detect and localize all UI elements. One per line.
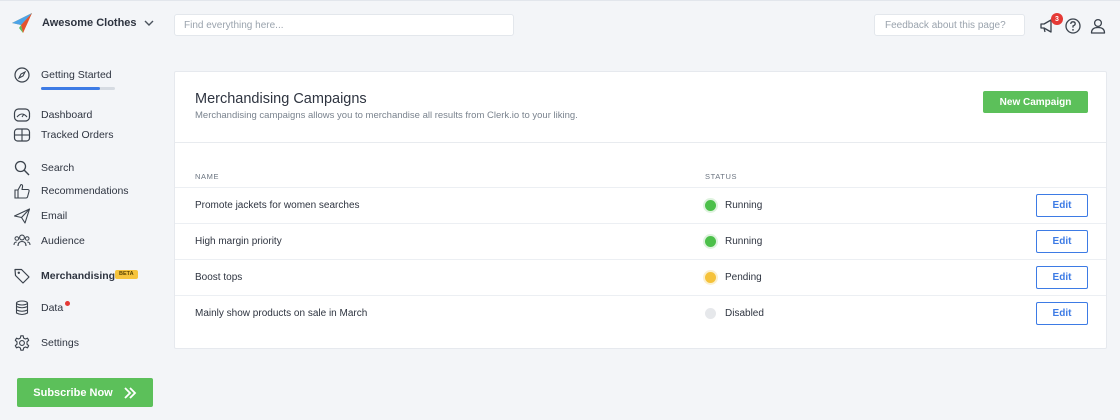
edit-campaign-button[interactable]: Edit (1036, 194, 1088, 217)
dashboard-icon (13, 108, 31, 122)
store-name: Awesome Clothes (42, 17, 137, 29)
column-header-status: STATUS (705, 172, 738, 181)
sidebar-item-settings[interactable]: Settings (13, 333, 79, 353)
sidebar-item-email[interactable]: Email (13, 206, 67, 226)
compass-icon (14, 67, 30, 83)
status-dot-running (705, 200, 716, 211)
sidebar-item-label: Search (41, 162, 75, 174)
paper-plane-logo-icon (12, 13, 32, 33)
sidebar-item-dashboard[interactable]: Dashboard (13, 105, 92, 125)
new-campaign-button[interactable]: New Campaign (983, 91, 1088, 113)
orders-icon (13, 128, 31, 142)
header-divider (175, 142, 1106, 143)
campaign-status: Pending (725, 272, 762, 283)
sidebar-item-audience[interactable]: Audience (13, 231, 85, 251)
store-switcher[interactable]: Awesome Clothes (10, 11, 155, 35)
user-account-icon[interactable] (1089, 17, 1107, 35)
sidebar-item-recommendations[interactable]: Recommendations (13, 181, 129, 201)
database-icon (15, 300, 29, 316)
sidebar-item-tracked-orders[interactable]: Tracked Orders (13, 125, 114, 145)
tag-icon (14, 268, 30, 284)
edit-campaign-button[interactable]: Edit (1036, 302, 1088, 325)
sidebar-item-getting-started[interactable]: Getting Started (13, 65, 112, 85)
campaign-name: Boost tops (195, 272, 243, 283)
column-header-name: NAME (195, 172, 220, 181)
table-row: High margin priority Running Edit (175, 223, 1106, 259)
table-row: Mainly show products on sale in March Di… (175, 295, 1106, 331)
sidebar-item-label: Tracked Orders (41, 129, 114, 141)
sidebar-item-label: Audience (41, 235, 85, 247)
sidebar-item-search[interactable]: Search (13, 158, 74, 178)
campaign-name: Promote jackets for women searches (195, 200, 360, 211)
global-search-input[interactable] (174, 14, 514, 36)
page-title: Merchandising Campaigns (195, 91, 367, 107)
campaign-name: Mainly show products on sale in March (195, 308, 368, 319)
campaign-status: Running (725, 236, 763, 247)
data-alert-dot (65, 301, 70, 306)
subscribe-now-button[interactable]: Subscribe Now (17, 378, 153, 407)
campaign-name: High margin priority (195, 236, 282, 247)
campaigns-card: Merchandising Campaigns Merchandising ca… (174, 71, 1107, 349)
sidebar-item-label: Dashboard (41, 109, 93, 121)
edit-campaign-button[interactable]: Edit (1036, 266, 1088, 289)
sidebar-item-merchandising[interactable]: Merchandising (13, 266, 115, 286)
edit-campaign-button[interactable]: Edit (1036, 230, 1088, 253)
help-icon[interactable] (1064, 17, 1082, 35)
status-dot-running (705, 236, 716, 247)
sidebar-item-label: Settings (41, 337, 79, 349)
sidebar-item-label: Merchandising (41, 270, 116, 282)
paper-plane-icon (13, 208, 31, 224)
chevron-down-icon (144, 20, 154, 26)
campaign-status: Disabled (725, 308, 764, 319)
getting-started-progress (41, 87, 115, 90)
top-bar: Awesome Clothes 3 (0, 1, 1120, 49)
notification-badge: 3 (1051, 13, 1063, 25)
page-subtitle: Merchandising campaigns allows you to me… (195, 110, 578, 121)
double-chevron-right-icon (124, 386, 137, 399)
sidebar-item-label: Recommendations (41, 185, 129, 197)
search-icon (14, 160, 30, 176)
sidebar-item-label: Data (41, 302, 64, 314)
status-dot-pending (705, 272, 716, 283)
users-icon (13, 234, 31, 247)
beta-badge: BETA (115, 270, 138, 279)
sidebar-item-label: Email (41, 210, 68, 222)
table-row: Promote jackets for women searches Runni… (175, 187, 1106, 223)
feedback-input[interactable] (874, 14, 1025, 36)
progress-fill (41, 87, 101, 90)
app-window: Awesome Clothes 3 Get (0, 0, 1120, 420)
status-dot-disabled (705, 308, 716, 319)
thumbs-up-icon (14, 183, 30, 199)
table-row: Boost tops Pending Edit (175, 259, 1106, 295)
gear-icon (14, 335, 30, 351)
sidebar-item-label: Getting Started (41, 69, 112, 81)
sidebar-item-data[interactable]: Data (13, 298, 63, 318)
campaign-status: Running (725, 200, 763, 211)
subscribe-label: Subscribe Now (33, 386, 113, 399)
